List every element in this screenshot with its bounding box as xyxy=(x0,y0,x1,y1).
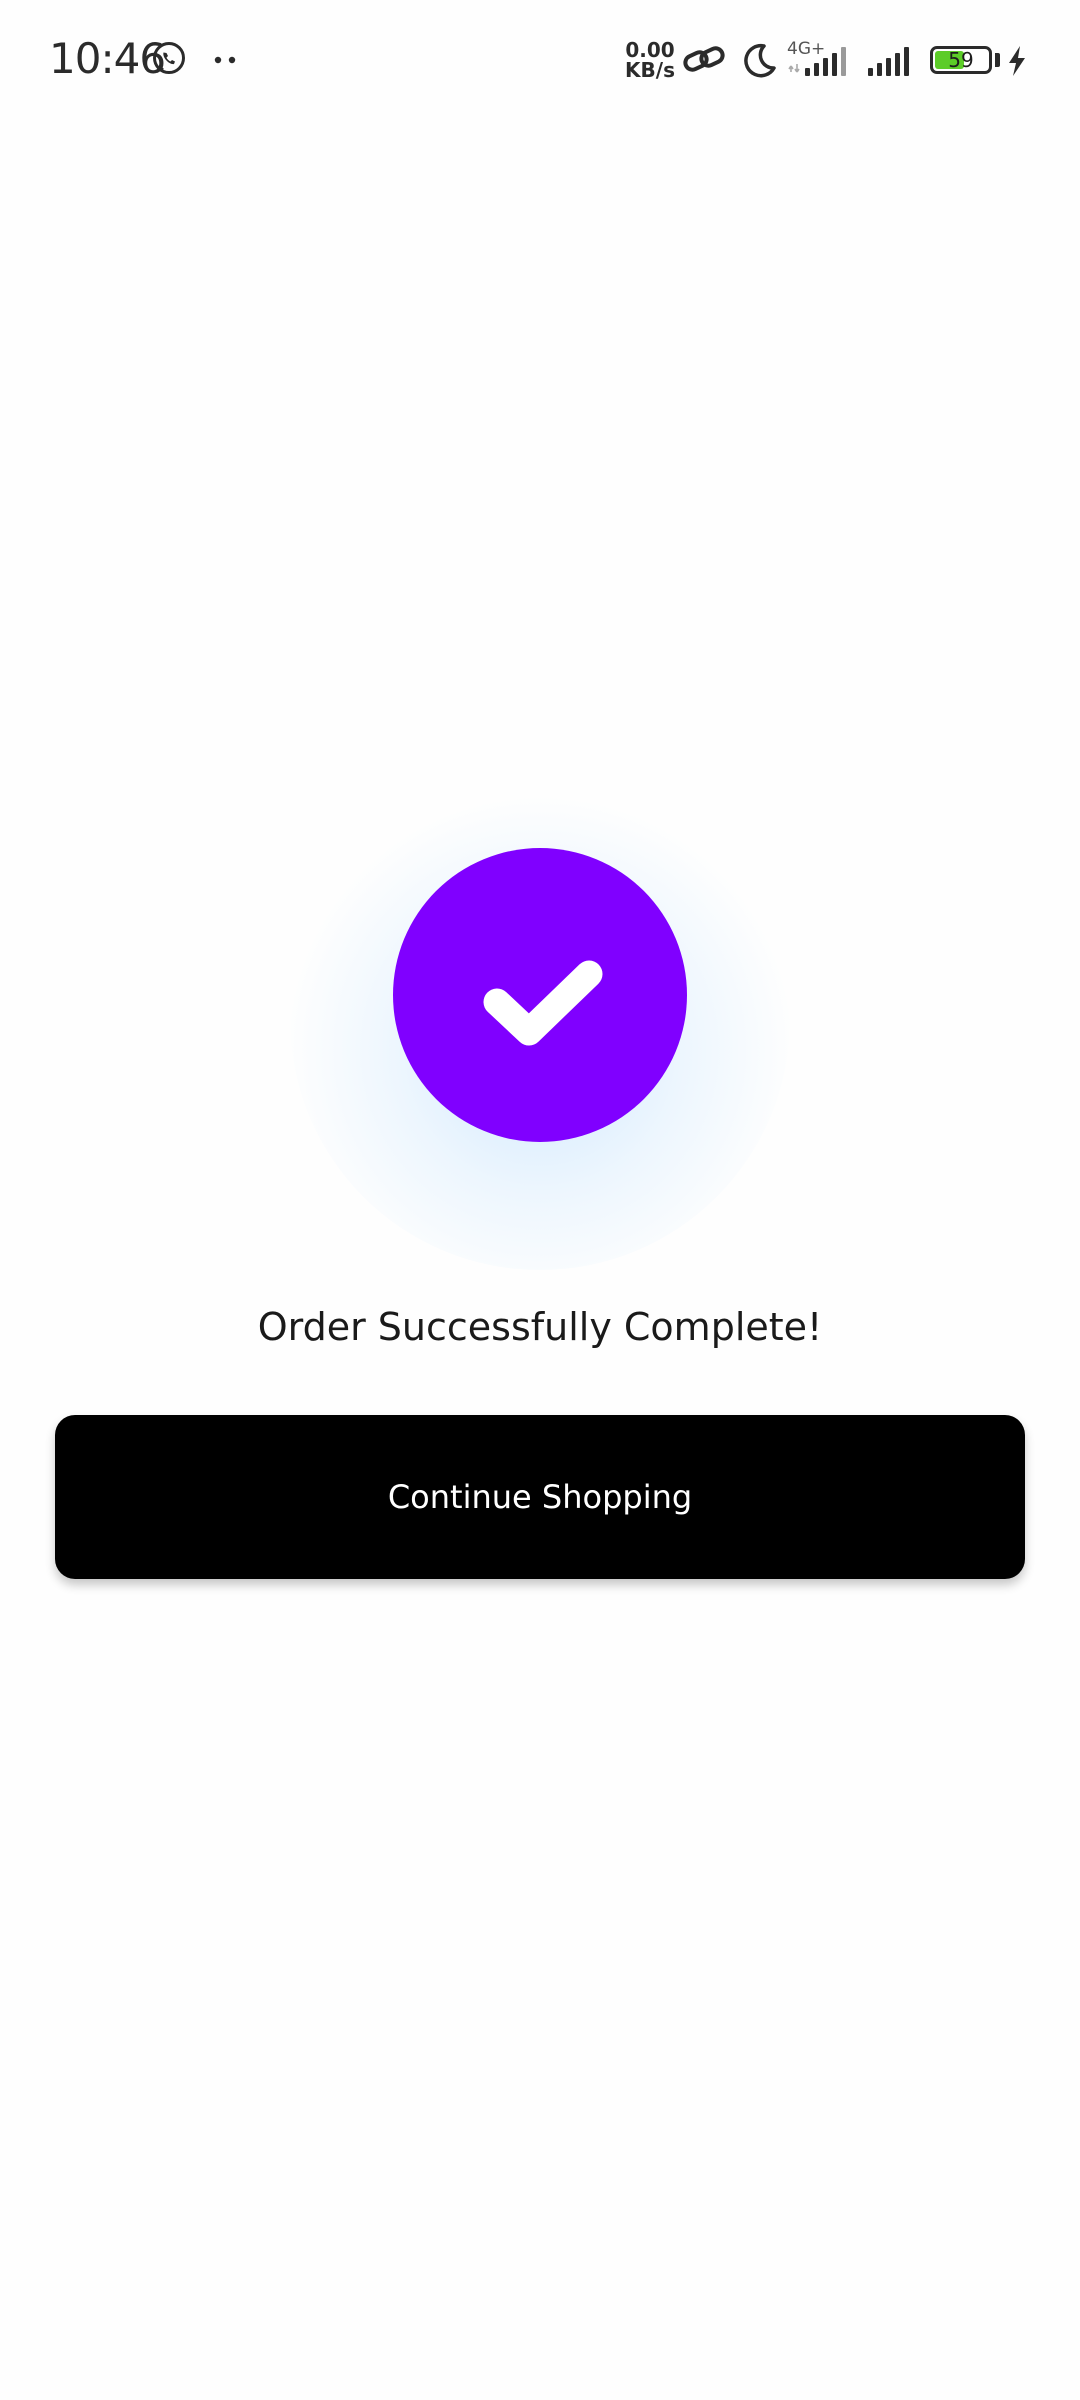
network-speed-unit: KB/s xyxy=(625,58,675,82)
order-success-screen: 10:46 0.00 KB/s 4G+ 59 Order Successfull… xyxy=(0,0,1080,2400)
battery-icon: 59 xyxy=(930,46,992,74)
moon-icon xyxy=(744,43,776,78)
status-time: 10:46 xyxy=(49,34,166,83)
status-bar: 10:46 0.00 KB/s 4G+ 59 xyxy=(0,0,1080,120)
network-speed-value: 0.00 xyxy=(625,38,675,62)
network-speed: 0.00 KB/s xyxy=(625,40,675,80)
link-icon xyxy=(683,46,725,72)
whatsapp-icon xyxy=(153,42,185,74)
continue-shopping-button[interactable]: Continue Shopping xyxy=(55,1415,1025,1579)
check-icon xyxy=(483,960,603,1046)
charging-icon xyxy=(1009,46,1025,76)
more-notifications-icon xyxy=(214,56,236,64)
signal-icon xyxy=(868,47,909,76)
battery-level: 59 xyxy=(948,48,974,72)
continue-shopping-label: Continue Shopping xyxy=(387,1478,693,1516)
success-message: Order Successfully Complete! xyxy=(257,1305,823,1349)
signal-4g-icon xyxy=(788,47,846,76)
battery-tip xyxy=(995,53,1000,67)
